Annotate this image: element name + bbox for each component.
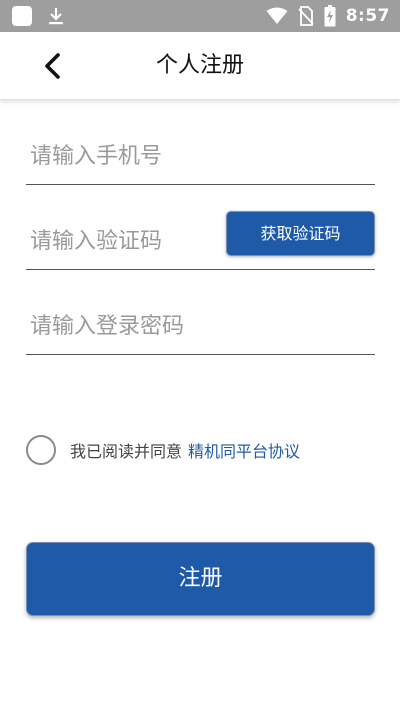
verification-code-input[interactable]: [30, 225, 220, 257]
download-icon: [49, 8, 63, 25]
app-bar: 个人注册: [0, 32, 400, 100]
agreement-text: 我已阅读并同意: [70, 442, 183, 461]
status-bar-right: 8:57: [266, 4, 390, 28]
agreement-row: 我已阅读并同意 精机同平台协议: [26, 434, 300, 466]
agreement-link[interactable]: 精机同平台协议: [188, 438, 300, 462]
phone-field: [26, 125, 375, 185]
password-input[interactable]: [30, 310, 360, 342]
phone-input[interactable]: [30, 140, 360, 172]
agreement-radio[interactable]: [26, 435, 56, 465]
status-bar: 8:57: [0, 0, 400, 32]
status-time: 8:57: [345, 6, 390, 26]
wifi-icon: [266, 7, 288, 24]
get-code-button[interactable]: 获取验证码: [226, 211, 375, 256]
status-bar-left: [12, 6, 66, 26]
register-button[interactable]: 注册: [26, 542, 375, 616]
password-field: [26, 295, 375, 355]
chevron-left-icon[interactable]: [36, 48, 72, 84]
no-sim-icon: [298, 6, 314, 26]
battery-charging-icon: [324, 5, 336, 27]
notification-square-icon: [12, 6, 32, 26]
